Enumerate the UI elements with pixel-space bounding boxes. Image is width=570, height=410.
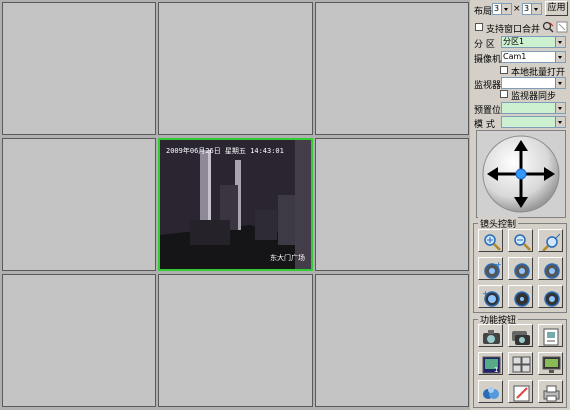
- single-view-button[interactable]: 1: [478, 352, 503, 375]
- zoom-in-icon: [484, 234, 501, 251]
- times-sign: ×: [513, 4, 521, 14]
- cols-select[interactable]: 3: [522, 3, 542, 15]
- zoom-out-button[interactable]: [508, 229, 533, 252]
- zoom-fit-icon: [542, 233, 561, 251]
- video-cell-8[interactable]: [158, 274, 313, 407]
- ptz-pad[interactable]: [476, 130, 566, 218]
- focus-near-button[interactable]: +: [478, 257, 503, 280]
- focus-far-icon: -: [544, 260, 560, 279]
- chevron-down-icon: [555, 103, 565, 113]
- snapshot-icon: [483, 330, 500, 344]
- video-cell-3[interactable]: [315, 2, 469, 135]
- multi-snapshot-icon: [512, 331, 530, 345]
- chevron-down-icon: [555, 37, 565, 47]
- focus-far-button[interactable]: -: [538, 257, 563, 280]
- mode-select[interactable]: [501, 116, 566, 128]
- rows-value: 3: [494, 4, 500, 13]
- multi-snapshot-button[interactable]: [508, 324, 533, 347]
- snapshot-button[interactable]: [478, 324, 503, 347]
- monitor-sync-checkbox[interactable]: [500, 90, 508, 98]
- preset-select[interactable]: [501, 102, 566, 114]
- multi-view-button[interactable]: [508, 352, 533, 375]
- focus-button[interactable]: [508, 257, 533, 280]
- ptz-direction-icon: [482, 135, 560, 213]
- video-timestamp: 2009年06月26日 星期五 14:43:01: [166, 147, 284, 155]
- video-cell-7[interactable]: [2, 274, 156, 407]
- iris-open-button[interactable]: +: [478, 285, 503, 308]
- zone-label: 分 区: [474, 40, 495, 50]
- svg-text:+: +: [495, 260, 502, 269]
- monitor-label: 监视器: [474, 81, 502, 91]
- chevron-down-icon: [501, 4, 511, 14]
- svg-text:-: -: [556, 289, 559, 298]
- svg-text:-: -: [555, 260, 558, 269]
- chevron-down-icon: [555, 52, 565, 62]
- camera-feed: [160, 140, 311, 269]
- preset-label: 预置位: [474, 106, 502, 116]
- search-icon[interactable]: [542, 21, 554, 33]
- merge-label: 支持窗口合并: [486, 25, 541, 35]
- record-search-icon: [483, 387, 499, 399]
- video-grid: 2009年06月26日 星期五 14:43:01 东大门广场: [0, 0, 470, 410]
- video-cell-6[interactable]: [315, 138, 469, 271]
- video-location-label: 东大门广场: [270, 254, 305, 262]
- batch-open-checkbox[interactable]: [500, 66, 508, 74]
- rows-select[interactable]: 3: [492, 3, 512, 15]
- video-cell-9[interactable]: [315, 274, 469, 407]
- edit-button[interactable]: [508, 380, 533, 403]
- print-icon: [543, 385, 560, 402]
- camera-select[interactable]: Cam1: [501, 51, 566, 63]
- iris-button[interactable]: [508, 285, 533, 308]
- monitor-sync-label: 监视器同步: [511, 92, 557, 102]
- monitor-icon: [542, 356, 561, 373]
- zoom-in-button[interactable]: [478, 229, 503, 252]
- svg-text:1: 1: [494, 366, 498, 374]
- iris-close-button[interactable]: -: [538, 285, 563, 308]
- edit-icon: [513, 385, 530, 402]
- apply-button[interactable]: 应用: [545, 1, 568, 16]
- zone-value: 分区1: [503, 37, 525, 46]
- merge-checkbox[interactable]: [475, 23, 483, 31]
- monitor-select[interactable]: [501, 77, 566, 89]
- print-button[interactable]: [538, 380, 563, 403]
- focus-icon: [514, 263, 530, 279]
- video-cell-1[interactable]: [2, 2, 156, 135]
- gallery-icon: [543, 328, 559, 346]
- monitor-button[interactable]: [538, 352, 563, 375]
- zone-select[interactable]: 分区1: [501, 36, 566, 48]
- single-view-icon: 1: [482, 356, 501, 374]
- clear-icon[interactable]: [556, 21, 568, 33]
- gallery-button[interactable]: [538, 324, 563, 347]
- iris-close-icon: -: [544, 289, 560, 307]
- zoom-out-icon: [514, 234, 531, 251]
- chevron-down-icon: [555, 78, 565, 88]
- focus-near-icon: +: [484, 260, 502, 279]
- camera-value: Cam1: [503, 52, 527, 61]
- mode-label: 模 式: [474, 120, 495, 130]
- zoom-fit-button[interactable]: [538, 229, 563, 252]
- record-search-button[interactable]: [478, 380, 503, 403]
- iris-icon: [514, 291, 530, 307]
- iris-open-icon: +: [482, 289, 500, 307]
- video-cell-4[interactable]: [2, 138, 156, 271]
- camera-label: 摄像机: [474, 55, 502, 65]
- chevron-down-icon: [531, 4, 541, 14]
- svg-text:+: +: [482, 289, 489, 298]
- control-panel: 布局 3 × 3 应用 支持窗口合并 分 区 分区1 摄像机 Cam1 本地批量…: [470, 0, 570, 410]
- cols-value: 3: [524, 4, 530, 13]
- video-cell-2[interactable]: [158, 2, 313, 135]
- layout-label: 布局: [474, 7, 493, 17]
- chevron-down-icon: [555, 117, 565, 127]
- video-cell-5[interactable]: 2009年06月26日 星期五 14:43:01 东大门广场: [158, 138, 313, 271]
- multi-view-icon: [512, 356, 531, 373]
